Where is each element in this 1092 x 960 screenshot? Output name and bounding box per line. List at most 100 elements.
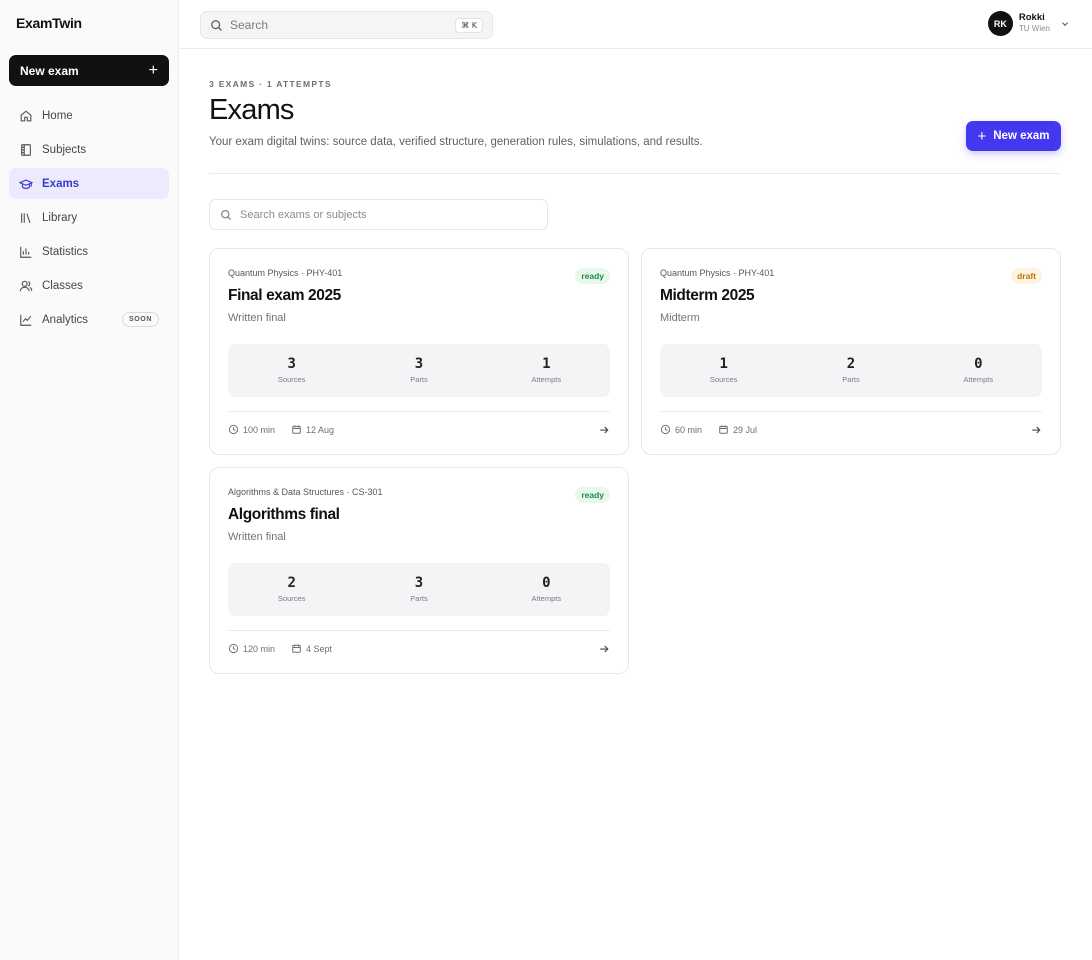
arrow-right-icon[interactable]: [1030, 424, 1042, 436]
clock-icon: [660, 424, 671, 435]
global-search-placeholder: Search: [230, 18, 269, 32]
sidebar-nav: Home Subjects Exams Library Statistics C…: [9, 100, 169, 338]
new-exam-sidebar-button[interactable]: New exam +: [9, 55, 169, 86]
page-title: Exams: [209, 94, 294, 126]
stat-value: 1: [542, 355, 551, 372]
stat-label: Sources: [277, 594, 306, 604]
sidebar-item-exams[interactable]: Exams: [9, 168, 169, 199]
exam-duration: 120 min: [243, 643, 276, 654]
plus-icon: +: [148, 61, 158, 79]
exam-stats: 1 Sources 2 Parts 0 Attempts: [660, 344, 1042, 397]
sidebar-item-subjects[interactable]: Subjects: [9, 134, 169, 165]
status-badge: ready: [575, 487, 610, 503]
divider: [660, 411, 1042, 412]
user-org: TU Wien: [1018, 24, 1050, 34]
stat-value: 3: [287, 355, 296, 372]
stat-value: 2: [846, 355, 856, 372]
sidebar-item-analytics[interactable]: Analytics SOON: [9, 304, 169, 335]
stat-label: Sources: [709, 375, 738, 385]
brand-logo[interactable]: ExamTwin: [16, 15, 82, 31]
clock-icon: [228, 643, 239, 654]
keyboard-shortcut-badge: ⌘ K: [455, 17, 483, 33]
new-exam-button[interactable]: + New exam: [966, 121, 1061, 151]
plus-icon: +: [977, 127, 987, 145]
exam-card[interactable]: Quantum Physics · PHY-401 draft Midterm …: [641, 248, 1061, 455]
sidebar-item-label: Statistics: [42, 245, 89, 258]
new-exam-sidebar-label: New exam: [20, 63, 79, 78]
stat-parts: 3 Parts: [355, 344, 482, 397]
stat-label: Parts: [410, 594, 428, 604]
sidebar-item-label: Analytics: [42, 313, 89, 326]
arrow-right-icon[interactable]: [598, 424, 610, 436]
search-icon: [221, 209, 232, 220]
sidebar-item-label: Subjects: [42, 143, 87, 156]
calendar-icon: [719, 425, 728, 434]
divider: [228, 630, 610, 631]
sidebar-item-library[interactable]: Library: [9, 202, 169, 233]
arrow-right-icon[interactable]: [598, 643, 610, 655]
soon-badge: SOON: [121, 312, 159, 327]
calendar-icon: [292, 644, 301, 653]
status-badge: draft: [1011, 268, 1042, 284]
exam-meta: 120 min 4 Sept: [228, 643, 348, 654]
exam-title[interactable]: Final exam 2025: [228, 287, 341, 305]
exam-type: Written final: [228, 531, 286, 543]
exam-duration: 100 min: [243, 424, 276, 435]
divider: [209, 173, 1061, 174]
page-subtitle: Your exam digital twins: source data, ve…: [209, 136, 703, 148]
stat-attempts: 0 Attempts: [915, 344, 1042, 397]
exam-count-summary: 3 EXAMS · 1 ATTEMPTS: [209, 79, 332, 89]
exam-title[interactable]: Midterm 2025: [660, 287, 755, 305]
line-chart-icon: [20, 314, 32, 326]
exam-stats: 2 Sources 3 Parts 0 Attempts: [228, 563, 610, 616]
exam-card[interactable]: Quantum Physics · PHY-401 ready Final ex…: [209, 248, 629, 455]
status-badge: ready: [575, 268, 610, 284]
sidebar-item-home[interactable]: Home: [9, 100, 169, 131]
new-exam-button-label: New exam: [993, 130, 1050, 142]
exam-date: 12 Aug: [306, 424, 335, 435]
exam-type: Written final: [228, 312, 286, 324]
chevron-down-icon: [1062, 21, 1068, 26]
stat-value: 3: [414, 355, 424, 372]
stat-label: Attempts: [963, 375, 994, 385]
stat-value: 2: [287, 574, 296, 591]
exam-subject: Quantum Physics · PHY-401: [228, 268, 343, 278]
user-name: Rokki: [1018, 12, 1045, 24]
stat-attempts: 0 Attempts: [483, 563, 610, 616]
stat-sources: 2 Sources: [228, 563, 355, 616]
exam-subject: Algorithms & Data Structures · CS-301: [228, 487, 383, 497]
exam-subject: Quantum Physics · PHY-401: [660, 268, 775, 278]
stat-value: 3: [414, 574, 424, 591]
book-icon: [21, 143, 31, 156]
user-menu[interactable]: RK Rokki TU Wien: [987, 11, 1070, 36]
search-icon: [211, 19, 222, 31]
stat-sources: 1 Sources: [660, 344, 787, 397]
avatar: RK: [987, 11, 1013, 36]
exam-card[interactable]: Algorithms & Data Structures · CS-301 re…: [209, 467, 629, 674]
exam-search-input[interactable]: Search exams or subjects: [209, 199, 548, 230]
sidebar-item-classes[interactable]: Classes: [9, 270, 169, 301]
sidebar-item-label: Home: [42, 109, 73, 122]
stat-parts: 3 Parts: [355, 563, 482, 616]
sidebar-item-label: Exams: [42, 177, 80, 190]
exam-title[interactable]: Algorithms final: [228, 506, 340, 524]
exam-date: 4 Sept: [306, 643, 333, 654]
stat-value: 0: [974, 355, 983, 372]
stat-value: 1: [719, 355, 728, 372]
exam-type: Midterm: [660, 312, 700, 324]
stat-parts: 2 Parts: [787, 344, 914, 397]
sidebar-item-label: Classes: [42, 279, 83, 292]
clock-icon: [228, 424, 239, 435]
users-icon: [19, 280, 33, 291]
global-search-input[interactable]: Search ⌘ K: [200, 11, 493, 39]
stat-attempts: 1 Attempts: [483, 344, 610, 397]
stat-label: Sources: [277, 375, 306, 385]
sidebar: ExamTwin New exam + Home Subjects Exams …: [0, 0, 179, 960]
sidebar-item-statistics[interactable]: Statistics: [9, 236, 169, 267]
exam-meta: 100 min 12 Aug: [228, 424, 350, 435]
stat-sources: 3 Sources: [228, 344, 355, 397]
exam-duration: 60 min: [675, 424, 703, 435]
stat-label: Attempts: [531, 594, 562, 604]
exam-stats: 3 Sources 3 Parts 1 Attempts: [228, 344, 610, 397]
home-icon: [20, 109, 32, 121]
